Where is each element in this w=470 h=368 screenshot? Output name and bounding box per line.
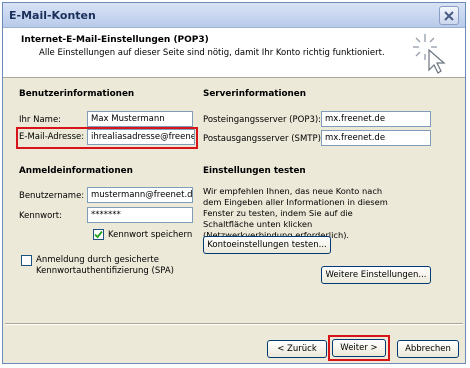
save-password-checkbox[interactable] (93, 229, 104, 240)
test-settings-description: Wir empfehlen Ihnen, das neue Konto nach… (203, 186, 388, 240)
wizard-header: Internet-E-Mail-Einstellungen (POP3) All… (3, 28, 465, 78)
outgoing-server-field[interactable]: mx.freenet.de (321, 130, 431, 146)
more-settings-button[interactable]: Weitere Einstellungen... (321, 266, 431, 284)
next-button[interactable]: Weiter > (332, 339, 386, 357)
incoming-server-field[interactable]: mx.freenet.de (321, 111, 431, 127)
window-title: E-Mail-Konten (9, 9, 96, 22)
username-label: Benutzername: (19, 191, 85, 201)
login-info-heading: Anmeldeinformationen (19, 166, 133, 176)
outgoing-server-label: Postausgangsserver (SMTP): (203, 134, 324, 144)
back-button[interactable]: < Zurück (267, 340, 327, 358)
email-label: E-Mail-Adresse: (19, 132, 85, 142)
password-field[interactable]: ******* (87, 207, 193, 223)
password-label: Kennwort: (19, 211, 62, 221)
spa-label-line2: Kennwortauthentifizierung (SPA) (36, 266, 174, 276)
user-info-heading: Benutzerinformationen (19, 89, 135, 99)
checkmark-icon (94, 230, 103, 239)
name-label: Ihr Name: (19, 115, 62, 125)
test-account-settings-button[interactable]: Kontoeinstellungen testen... (203, 236, 331, 254)
spa-checkbox[interactable] (21, 255, 32, 266)
page-title: Internet-E-Mail-Einstellungen (POP3) (21, 35, 209, 45)
close-button[interactable] (439, 6, 459, 25)
save-password-label: Kennwort speichern (108, 230, 193, 240)
spa-label-line1: Anmeldung durch gesicherte (36, 255, 159, 265)
title-bar: E-Mail-Konten (3, 3, 465, 28)
incoming-server-label: Posteingangsserver (POP3): (203, 115, 322, 125)
page-subtitle: Alle Einstellungen auf dieser Seite sind… (39, 48, 385, 58)
email-field[interactable]: ihrealiasadresse@freenet.de (87, 129, 195, 145)
close-icon (444, 10, 454, 21)
cancel-button[interactable]: Abbrechen (397, 340, 459, 358)
footer-divider (5, 323, 463, 325)
name-field[interactable]: Max Mustermann (87, 111, 193, 127)
wizard-sparkle-cursor-icon (413, 34, 446, 74)
server-info-heading: Serverinformationen (203, 89, 307, 99)
test-settings-heading: Einstellungen testen (203, 166, 306, 176)
email-accounts-dialog: E-Mail-Konten Internet-E-Mail-Einstellun… (2, 2, 466, 364)
username-field[interactable]: mustermann@freenet.de (87, 187, 193, 203)
